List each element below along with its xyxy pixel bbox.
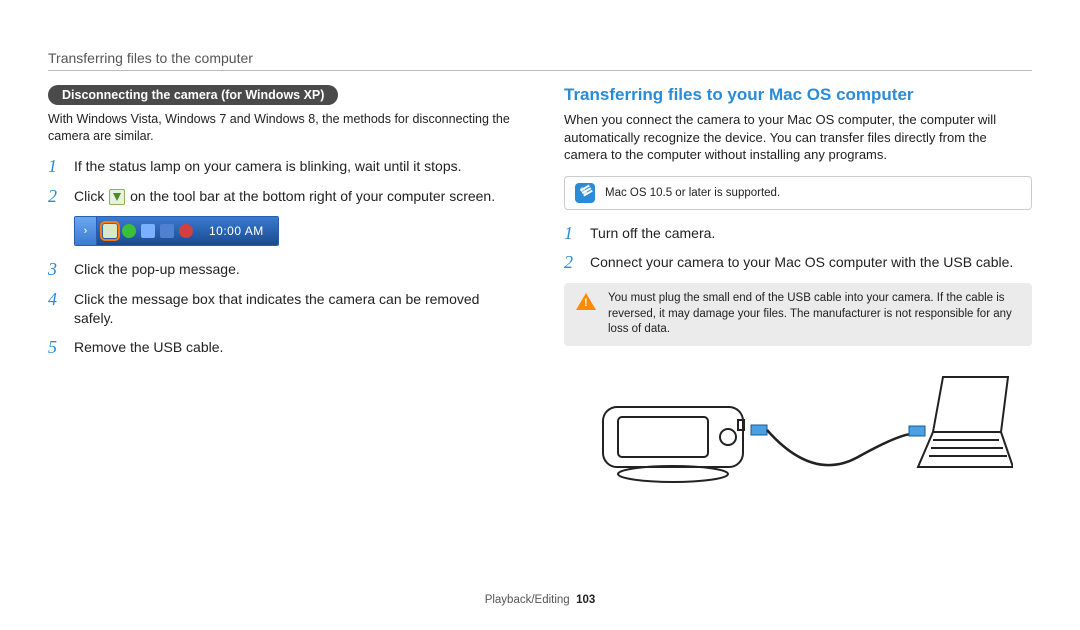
step2-text-before: Click <box>74 188 108 204</box>
left-column: Disconnecting the camera (for Windows XP… <box>48 85 516 492</box>
step-1: 1 If the status lamp on your camera is b… <box>48 157 516 177</box>
left-intro-text: With Windows Vista, Windows 7 and Window… <box>48 111 516 145</box>
right-steps-list: 1 Turn off the camera. 2 Connect your ca… <box>564 224 1032 274</box>
step-5: 5 Remove the USB cable. <box>48 338 516 358</box>
step2-text-after: on the tool bar at the bottom right of y… <box>126 188 495 204</box>
step-number: 1 <box>564 224 584 244</box>
step-text: Turn off the camera. <box>590 224 1032 243</box>
left-steps-list: 1 If the status lamp on your camera is b… <box>48 157 516 207</box>
step-2: 2 Click on the tool bar at the bottom ri… <box>48 187 516 207</box>
footer-page-number: 103 <box>576 594 595 606</box>
warning-icon <box>576 293 596 310</box>
step-number: 1 <box>48 157 68 177</box>
step-text: Remove the USB cable. <box>74 338 516 357</box>
windows-taskbar: › 10:00 AM <box>74 216 279 246</box>
step-2: 2 Connect your camera to your Mac OS com… <box>564 253 1032 273</box>
subsection-pill: Disconnecting the camera (for Windows XP… <box>48 85 338 105</box>
step-1: 1 Turn off the camera. <box>564 224 1032 244</box>
step-text: Click the message box that indicates the… <box>74 290 516 328</box>
system-tray <box>97 217 199 245</box>
step-text: Click the pop-up message. <box>74 260 516 279</box>
step-text: Connect your camera to your Mac OS compu… <box>590 253 1032 272</box>
note-text: Mac OS 10.5 or later is supported. <box>605 187 780 199</box>
camera-laptop-illustration <box>564 362 1032 492</box>
step-text: Click on the tool bar at the bottom righ… <box>74 187 516 206</box>
page-footer: Playback/Editing 103 <box>0 594 1080 606</box>
step-number: 2 <box>48 187 68 207</box>
usb-connection-diagram-icon <box>583 362 1013 492</box>
step-number: 2 <box>564 253 584 273</box>
step-3: 3 Click the pop-up message. <box>48 260 516 280</box>
tray-icon <box>179 224 193 238</box>
step-text: If the status lamp on your camera is bli… <box>74 157 516 176</box>
header-rule <box>48 70 1032 71</box>
taskbar-screenshot: › 10:00 AM <box>74 216 516 246</box>
tray-icon <box>141 224 155 238</box>
taskbar-expand-arrow-icon: › <box>75 217 97 245</box>
tray-icon <box>122 224 136 238</box>
page-header: Transferring files to the computer <box>48 50 1032 66</box>
step-4: 4 Click the message box that indicates t… <box>48 290 516 328</box>
content-columns: Disconnecting the camera (for Windows XP… <box>48 85 1032 492</box>
step-number: 4 <box>48 290 68 310</box>
note-icon <box>575 183 595 203</box>
warning-box: You must plug the small end of the USB c… <box>564 283 1032 346</box>
safely-remove-tray-icon <box>103 224 117 238</box>
right-column: Transferring files to your Mac OS comput… <box>564 85 1032 492</box>
step-number: 5 <box>48 338 68 358</box>
warning-text: You must plug the small end of the USB c… <box>608 291 1020 338</box>
right-heading: Transferring files to your Mac OS comput… <box>564 85 1032 105</box>
left-steps-list-cont: 3 Click the pop-up message. 4 Click the … <box>48 260 516 357</box>
right-intro-text: When you connect the camera to your Mac … <box>564 111 1032 164</box>
step-number: 3 <box>48 260 68 280</box>
tray-icon <box>160 224 174 238</box>
note-box: Mac OS 10.5 or later is supported. <box>564 176 1032 210</box>
footer-section: Playback/Editing <box>485 594 570 606</box>
taskbar-clock: 10:00 AM <box>199 217 278 245</box>
safely-remove-hardware-icon <box>109 189 125 205</box>
